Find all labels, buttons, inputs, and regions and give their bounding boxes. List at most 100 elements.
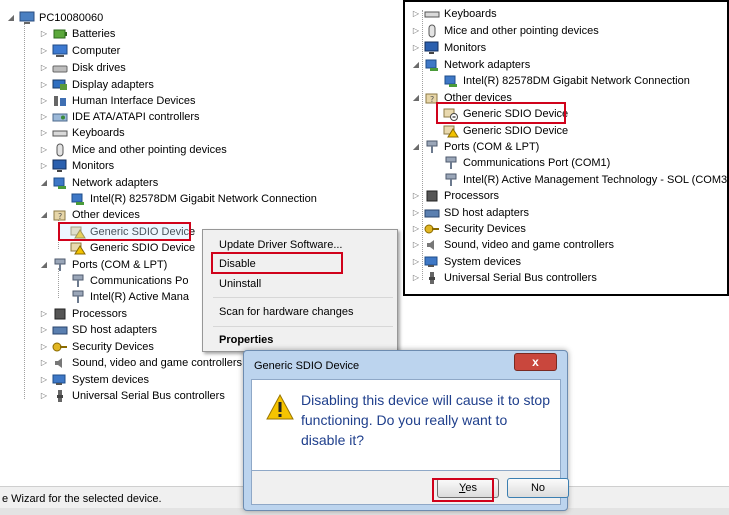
expand-icon[interactable]: ▷	[39, 342, 49, 352]
tree-item-label: Security Devices	[72, 341, 154, 353]
tree-item-mice[interactable]: ▷ Mice and other pointing devices	[39, 142, 227, 158]
expand-icon[interactable]: ▷	[39, 29, 49, 39]
tree-item-usb[interactable]: ▷ Universal Serial Bus controllers	[39, 388, 225, 404]
inset-item-label: Monitors	[444, 42, 487, 54]
tree-item-ide-controllers[interactable]: ▷ IDE ATA/ATAPI controllers	[39, 109, 200, 125]
menu-item-uninstall[interactable]: Uninstall	[219, 274, 261, 294]
highlight-selected-device	[58, 222, 191, 241]
expand-icon[interactable]: ▷	[39, 145, 49, 155]
sd-host-icon	[424, 206, 440, 220]
expand-icon[interactable]: ▷	[39, 325, 49, 335]
tree-item-network-adapters[interactable]: ◢ Network adapters	[39, 175, 158, 191]
inset-item-generic-sdio[interactable]: Generic SDIO Device	[443, 123, 568, 139]
tree-item-batteries[interactable]: ▷ Batteries	[39, 26, 116, 42]
tree-item-label: Batteries	[72, 28, 116, 40]
no-button[interactable]: No	[507, 478, 569, 498]
expand-icon[interactable]: ▷	[411, 257, 421, 267]
tree-item-monitors[interactable]: ▷ Monitors	[39, 158, 114, 174]
expand-icon[interactable]: ▷	[411, 9, 421, 19]
expand-icon[interactable]: ▷	[39, 161, 49, 171]
inset-item-intel-network[interactable]: Intel(R) 82578DM Gigabit Network Connect…	[443, 73, 690, 89]
inset-item-mice[interactable]: ▷ Mice and other pointing devices	[411, 23, 599, 39]
tree-item-intel-network[interactable]: Intel(R) 82578DM Gigabit Network Connect…	[70, 191, 317, 207]
collapse-icon[interactable]: ◢	[6, 13, 16, 23]
tree-item-disk-drives[interactable]: ▷ Disk drives	[39, 60, 126, 76]
expand-icon[interactable]: ▷	[411, 191, 421, 201]
status-text: e Wizard for the selected device.	[2, 493, 162, 505]
menu-item-properties[interactable]: Properties	[219, 330, 273, 350]
sound-icon	[52, 356, 68, 370]
expand-icon[interactable]: ▷	[411, 43, 421, 53]
inset-item-sd-host[interactable]: ▷ SD host adapters	[411, 205, 529, 221]
tree-root[interactable]: ◢ PC10080060	[6, 10, 103, 26]
inset-item-processors[interactable]: ▷ Processors	[411, 188, 499, 204]
menu-separator	[213, 297, 393, 298]
collapse-icon[interactable]: ◢	[411, 93, 421, 103]
close-button[interactable]: x	[514, 353, 557, 371]
tree-root-label: PC10080060	[39, 12, 104, 24]
tree-item-label: Intel(R) 82578DM Gigabit Network Connect…	[90, 193, 317, 205]
system-icon	[424, 255, 440, 269]
collapse-icon[interactable]: ◢	[411, 60, 421, 70]
tree-item-label: Network adapters	[72, 177, 159, 189]
inset-item-sound[interactable]: ▷ Sound, video and game controllers	[411, 237, 614, 253]
highlight-disable	[211, 252, 343, 274]
menu-separator	[213, 326, 393, 327]
tree-item-hid[interactable]: ▷ Human Interface Devices	[39, 93, 196, 109]
tree-item-com-port[interactable]: Communications Po	[70, 273, 188, 289]
inset-item-intel-amt[interactable]: Intel(R) Active Management Technology - …	[443, 172, 727, 188]
expand-icon[interactable]: ▷	[39, 96, 49, 106]
tree-item-computer[interactable]: ▷ Computer	[39, 43, 120, 59]
tree-item-label: Sound, video and game controllers	[72, 357, 242, 369]
expand-icon[interactable]: ▷	[39, 128, 49, 138]
inset-item-usb[interactable]: ▷ Universal Serial Bus controllers	[411, 270, 597, 286]
mouse-icon	[52, 143, 68, 157]
inset-item-label: Universal Serial Bus controllers	[444, 272, 597, 284]
menu-item-scan-hardware[interactable]: Scan for hardware changes	[219, 302, 354, 322]
monitor-icon	[52, 159, 68, 173]
expand-icon[interactable]: ▷	[411, 26, 421, 36]
expand-icon[interactable]: ▷	[39, 375, 49, 385]
inset-item-monitors[interactable]: ▷ Monitors	[411, 40, 486, 56]
expand-icon[interactable]: ▷	[39, 46, 49, 56]
tree-item-processors[interactable]: ▷ Processors	[39, 306, 127, 322]
inset-item-ports[interactable]: ◢ Ports (COM & LPT)	[411, 139, 539, 155]
collapse-icon[interactable]: ◢	[39, 178, 49, 188]
tree-item-keyboards[interactable]: ▷ Keyboards	[39, 125, 125, 141]
expand-icon[interactable]: ▷	[39, 309, 49, 319]
dialog-message: Disabling this device will cause it to s…	[301, 392, 551, 448]
expand-icon[interactable]: ▷	[39, 80, 49, 90]
collapse-icon[interactable]: ◢	[39, 260, 49, 270]
inset-item-security[interactable]: ▷ Security Devices	[411, 221, 526, 237]
tree-item-sd-host[interactable]: ▷ SD host adapters	[39, 322, 157, 338]
tree-item-security[interactable]: ▷ Security Devices	[39, 339, 154, 355]
collapse-icon[interactable]: ◢	[411, 142, 421, 152]
expand-icon[interactable]: ▷	[411, 224, 421, 234]
expand-icon[interactable]: ▷	[411, 240, 421, 250]
tree-item-display-adapters[interactable]: ▷ Display adapters	[39, 77, 154, 93]
expand-icon[interactable]: ▷	[411, 273, 421, 283]
inset-item-system[interactable]: ▷ System devices	[411, 254, 521, 270]
expand-icon[interactable]: ▷	[39, 391, 49, 401]
tree-item-intel-amt[interactable]: Intel(R) Active Mana	[70, 289, 189, 305]
expand-icon[interactable]: ▷	[411, 208, 421, 218]
expand-icon[interactable]: ▷	[39, 63, 49, 73]
tree-item-system[interactable]: ▷ System devices	[39, 372, 149, 388]
inset-item-com1[interactable]: Communications Port (COM1)	[443, 155, 610, 171]
inset-item-label: Generic SDIO Device	[463, 125, 569, 137]
port-icon	[443, 173, 459, 187]
collapse-icon[interactable]: ◢	[39, 210, 49, 220]
tree-item-ports[interactable]: ◢ Ports (COM & LPT)	[39, 257, 167, 273]
tree-item-generic-sdio-2[interactable]: Generic SDIO Device	[70, 240, 195, 256]
tree-item-other-devices[interactable]: ◢ ? Other devices	[39, 207, 140, 223]
dialog-body: Disabling this device will cause it to s…	[251, 379, 561, 471]
expand-icon[interactable]: ▷	[39, 358, 49, 368]
tree-item-sound[interactable]: ▷ Sound, video and game controllers	[39, 355, 242, 371]
expand-icon[interactable]: ▷	[39, 112, 49, 122]
inset-item-keyboards[interactable]: ▷ Keyboards	[411, 6, 497, 22]
tree-item-label: Disk drives	[72, 62, 126, 74]
inset-item-network-adapters[interactable]: ◢ Network adapters	[411, 57, 530, 73]
warning-device-icon	[70, 241, 86, 255]
ide-controller-icon	[52, 110, 68, 124]
computer-icon	[19, 11, 35, 25]
